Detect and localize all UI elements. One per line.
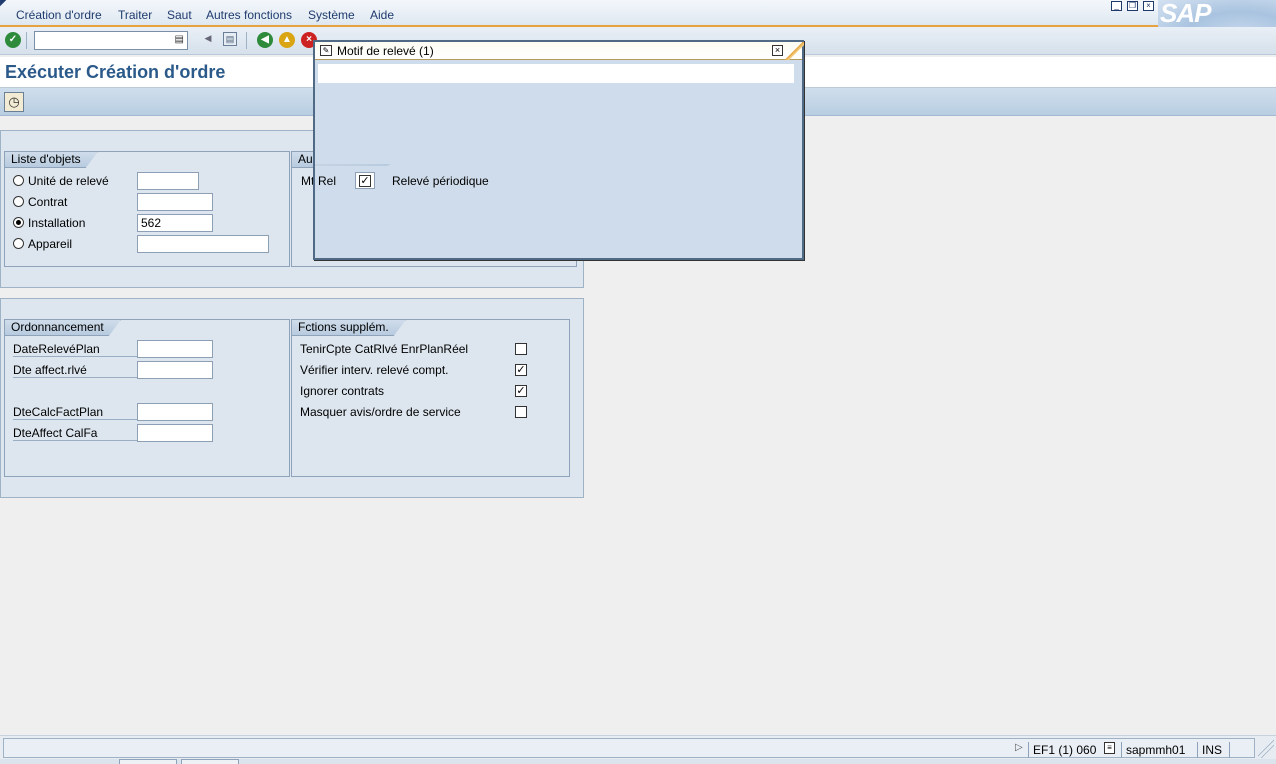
dialog-close-icon[interactable]: × bbox=[772, 45, 783, 56]
dte-affect-rlve-field[interactable] bbox=[137, 361, 213, 379]
radio-appareil[interactable] bbox=[13, 238, 24, 249]
label-contrat: Contrat bbox=[28, 195, 68, 209]
command-field[interactable]: ▤ bbox=[34, 31, 188, 50]
save-icon[interactable]: ▤ bbox=[223, 32, 237, 46]
command-dropdown-icon[interactable]: ▤ bbox=[175, 34, 184, 45]
unite-releve-field[interactable] bbox=[137, 172, 199, 190]
scheduling-group: Ordonnancement DateRelevéPlan Dte affect… bbox=[4, 319, 290, 477]
scheduling-group-title: Ordonnancement bbox=[5, 320, 121, 336]
dialog-field-label: Rel bbox=[318, 174, 337, 188]
execute-clock-icon[interactable]: ◷ bbox=[4, 92, 24, 112]
motif-releve-dialog: ✎ Motif de relevé (1) × Rel ✓ Relevé pér… bbox=[313, 40, 804, 260]
menu-autres-fonctions[interactable]: Autres fonctions bbox=[206, 8, 292, 22]
label-unite-releve: Unité de relevé bbox=[28, 174, 109, 188]
page-title: Exécuter Création d'ordre bbox=[5, 62, 226, 82]
installation-field[interactable]: 562 bbox=[137, 214, 213, 232]
status-list-icon[interactable]: ≡ bbox=[1104, 742, 1115, 754]
menu-creation-ordre[interactable]: Création d'ordre bbox=[16, 8, 102, 22]
resize-grip-icon[interactable] bbox=[1258, 740, 1274, 758]
taskbar-strip bbox=[0, 759, 1276, 764]
restore-icon[interactable]: ❐ bbox=[1127, 1, 1138, 11]
status-message-field: ▷ EF1 (1) 060 ≡ sapmmh01 INS bbox=[3, 738, 1255, 758]
status-divider bbox=[1229, 742, 1230, 758]
label-dte-affect-calfa: DteAffect CalFa bbox=[13, 426, 137, 441]
status-bar: ▷ EF1 (1) 060 ≡ sapmmh01 INS bbox=[0, 735, 1276, 764]
extra-functions-group-title: Fctions supplém. bbox=[292, 320, 406, 336]
objects-group: Liste d'objets Unité de relevé Contrat I… bbox=[4, 151, 290, 267]
checkbox-ignorer-contrats[interactable]: ✓ bbox=[515, 385, 527, 397]
exit-icon[interactable]: ▲ bbox=[279, 32, 295, 48]
back-arrow-icon[interactable]: ◀ bbox=[201, 32, 215, 46]
status-server: sapmmh01 bbox=[1126, 743, 1186, 757]
taskbar-item[interactable] bbox=[119, 759, 177, 764]
menu-bar: ◤ Création d'ordre Traiter Saut Autres f… bbox=[0, 0, 1276, 27]
status-divider bbox=[1197, 742, 1198, 758]
dialog-title: Motif de relevé (1) bbox=[337, 44, 434, 58]
status-mode: INS bbox=[1202, 743, 1223, 757]
extra-functions-group: Fctions supplém. TenirCpte CatRlvé EnrPl… bbox=[291, 319, 570, 477]
dialog-titlebar: ✎ Motif de relevé (1) × bbox=[315, 42, 804, 60]
appareil-field[interactable] bbox=[137, 235, 269, 253]
dte-affect-calfa-field[interactable] bbox=[137, 424, 213, 442]
label-dte-calc-fact-plan: DteCalcFactPlan bbox=[13, 405, 137, 420]
menu-traiter[interactable]: Traiter bbox=[118, 8, 152, 22]
checkbox-masquer-avis[interactable] bbox=[515, 406, 527, 418]
toolbar-separator bbox=[246, 32, 247, 49]
status-divider bbox=[1028, 742, 1029, 758]
toolbar-separator bbox=[26, 32, 27, 49]
objects-group-title: Liste d'objets bbox=[5, 152, 98, 168]
label-ignorer-contrats: Ignorer contrats bbox=[300, 384, 385, 398]
radio-unite-releve[interactable] bbox=[13, 175, 24, 186]
dialog-window-icon: ✎ bbox=[320, 45, 332, 56]
radio-installation[interactable] bbox=[13, 217, 24, 228]
dialog-group-edge bbox=[315, 164, 391, 166]
status-expand-icon[interactable]: ▷ bbox=[1015, 742, 1023, 753]
radio-contrat[interactable] bbox=[13, 196, 24, 207]
label-tenir-cpte: TenirCpte CatRlvé EnrPlanRéel bbox=[300, 342, 469, 356]
menu-aide[interactable]: Aide bbox=[370, 8, 394, 22]
menu-saut[interactable]: Saut bbox=[167, 8, 192, 22]
label-installation: Installation bbox=[28, 216, 86, 230]
dialog-input-strip[interactable] bbox=[318, 64, 794, 83]
checkbox-verifier-interv[interactable]: ✓ bbox=[515, 364, 527, 376]
menu-systeme[interactable]: Système bbox=[308, 8, 355, 22]
app-window-icon: ◤ bbox=[0, 0, 8, 8]
label-appareil: Appareil bbox=[28, 237, 73, 251]
contrat-field[interactable] bbox=[137, 193, 213, 211]
dialog-checkbox-cell: ✓ bbox=[355, 172, 375, 189]
dte-calc-fact-plan-field[interactable] bbox=[137, 403, 213, 421]
dialog-releve-checkbox[interactable]: ✓ bbox=[359, 175, 371, 187]
status-system: EF1 (1) 060 bbox=[1033, 743, 1097, 757]
minimize-icon[interactable]: _ bbox=[1111, 1, 1122, 11]
enter-icon[interactable]: ✓ bbox=[5, 32, 21, 48]
back-icon[interactable]: ◀ bbox=[257, 32, 273, 48]
date-releve-plan-field[interactable] bbox=[137, 340, 213, 358]
label-masquer-avis: Masquer avis/ordre de service bbox=[300, 405, 461, 419]
label-date-releve-plan: DateRelevéPlan bbox=[13, 342, 137, 357]
status-divider bbox=[1121, 742, 1122, 758]
label-dte-affect-rlve: Dte affect.rlvé bbox=[13, 363, 137, 378]
close-window-icon[interactable]: × bbox=[1143, 1, 1154, 11]
sap-logo-text: SAP bbox=[1160, 0, 1211, 28]
checkbox-tenir-cpte[interactable] bbox=[515, 343, 527, 355]
taskbar-item[interactable] bbox=[181, 759, 239, 764]
dialog-releve-periodique-text: Relevé périodique bbox=[392, 174, 489, 188]
label-verifier-interv: Vérifier interv. relevé compt. bbox=[300, 363, 449, 377]
